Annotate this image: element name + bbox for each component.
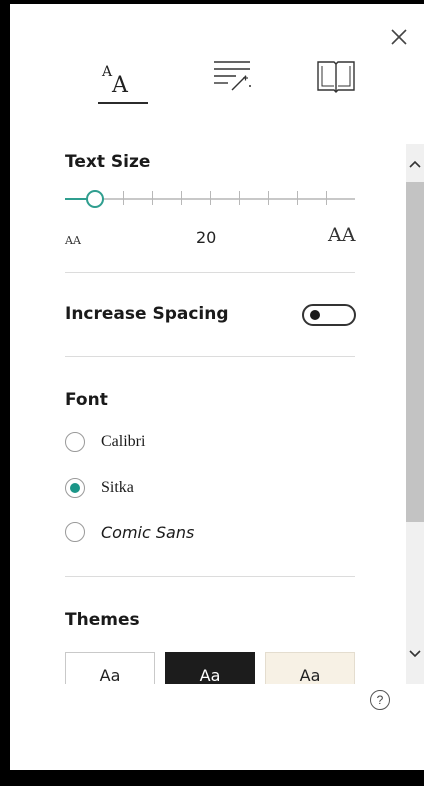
tab-text-preferences[interactable]: A A [92, 56, 148, 104]
slider-tick [326, 191, 327, 205]
font-option-label: Comic Sans [101, 523, 195, 542]
text-size-large-label: AA [328, 224, 356, 246]
slider-fill [65, 198, 87, 200]
slider-tick [239, 191, 240, 205]
divider [65, 356, 355, 357]
chevron-up-icon [409, 160, 421, 168]
font-option-label: Sitka [101, 479, 134, 496]
radio-button[interactable] [65, 522, 85, 542]
tab-reading-preferences[interactable] [314, 56, 358, 100]
text-size-slider[interactable] [65, 186, 355, 212]
slider-thumb[interactable] [86, 190, 104, 208]
themes-title: Themes [65, 610, 140, 630]
increase-spacing-toggle[interactable] [302, 304, 356, 326]
font-option-calibri[interactable]: Calibri [65, 430, 265, 456]
toggle-knob [310, 310, 320, 320]
font-option-sitka[interactable]: Sitka [65, 476, 265, 502]
font-title: Font [65, 390, 108, 410]
scroll-up-button[interactable] [406, 154, 424, 174]
help-button[interactable]: ? [370, 690, 390, 710]
theme-light-button[interactable]: Aa [65, 652, 155, 684]
text-size-value: 20 [196, 228, 217, 247]
text-preferences-icon: A A [101, 64, 129, 98]
slider-tick [181, 191, 182, 205]
text-size-small-label: AA [65, 234, 81, 247]
radio-button[interactable] [65, 432, 85, 452]
book-icon [317, 61, 355, 93]
scrollbar[interactable] [406, 144, 424, 684]
font-option-comic-sans[interactable]: Comic Sans [65, 520, 265, 546]
scroll-down-button[interactable] [406, 644, 424, 664]
slider-tick [268, 191, 269, 205]
chevron-down-icon [409, 650, 421, 658]
divider [65, 576, 355, 577]
tab-bar: A A [10, 4, 424, 114]
immersive-reader-panel: A A Text Size AA 20 AA Increase Spacing … [10, 4, 424, 770]
font-option-label: Calibri [101, 433, 146, 450]
slider-tick [152, 191, 153, 205]
increase-spacing-label: Increase Spacing [65, 304, 229, 324]
settings-content: Text Size AA 20 AA Increase Spacing Font [10, 144, 406, 684]
divider [65, 272, 355, 273]
tab-selected-indicator [98, 102, 148, 104]
slider-tick [210, 191, 211, 205]
svg-text:A: A [111, 73, 129, 98]
theme-dark-button[interactable]: Aa [165, 652, 255, 684]
slider-tick [297, 191, 298, 205]
text-size-title: Text Size [65, 152, 151, 172]
theme-sepia-button[interactable]: Aa [265, 652, 355, 684]
grammar-options-icon [214, 61, 251, 91]
tab-grammar-options[interactable] [210, 56, 254, 100]
slider-tick [123, 191, 124, 205]
radio-button[interactable] [65, 478, 85, 498]
scroll-thumb[interactable] [406, 182, 424, 522]
